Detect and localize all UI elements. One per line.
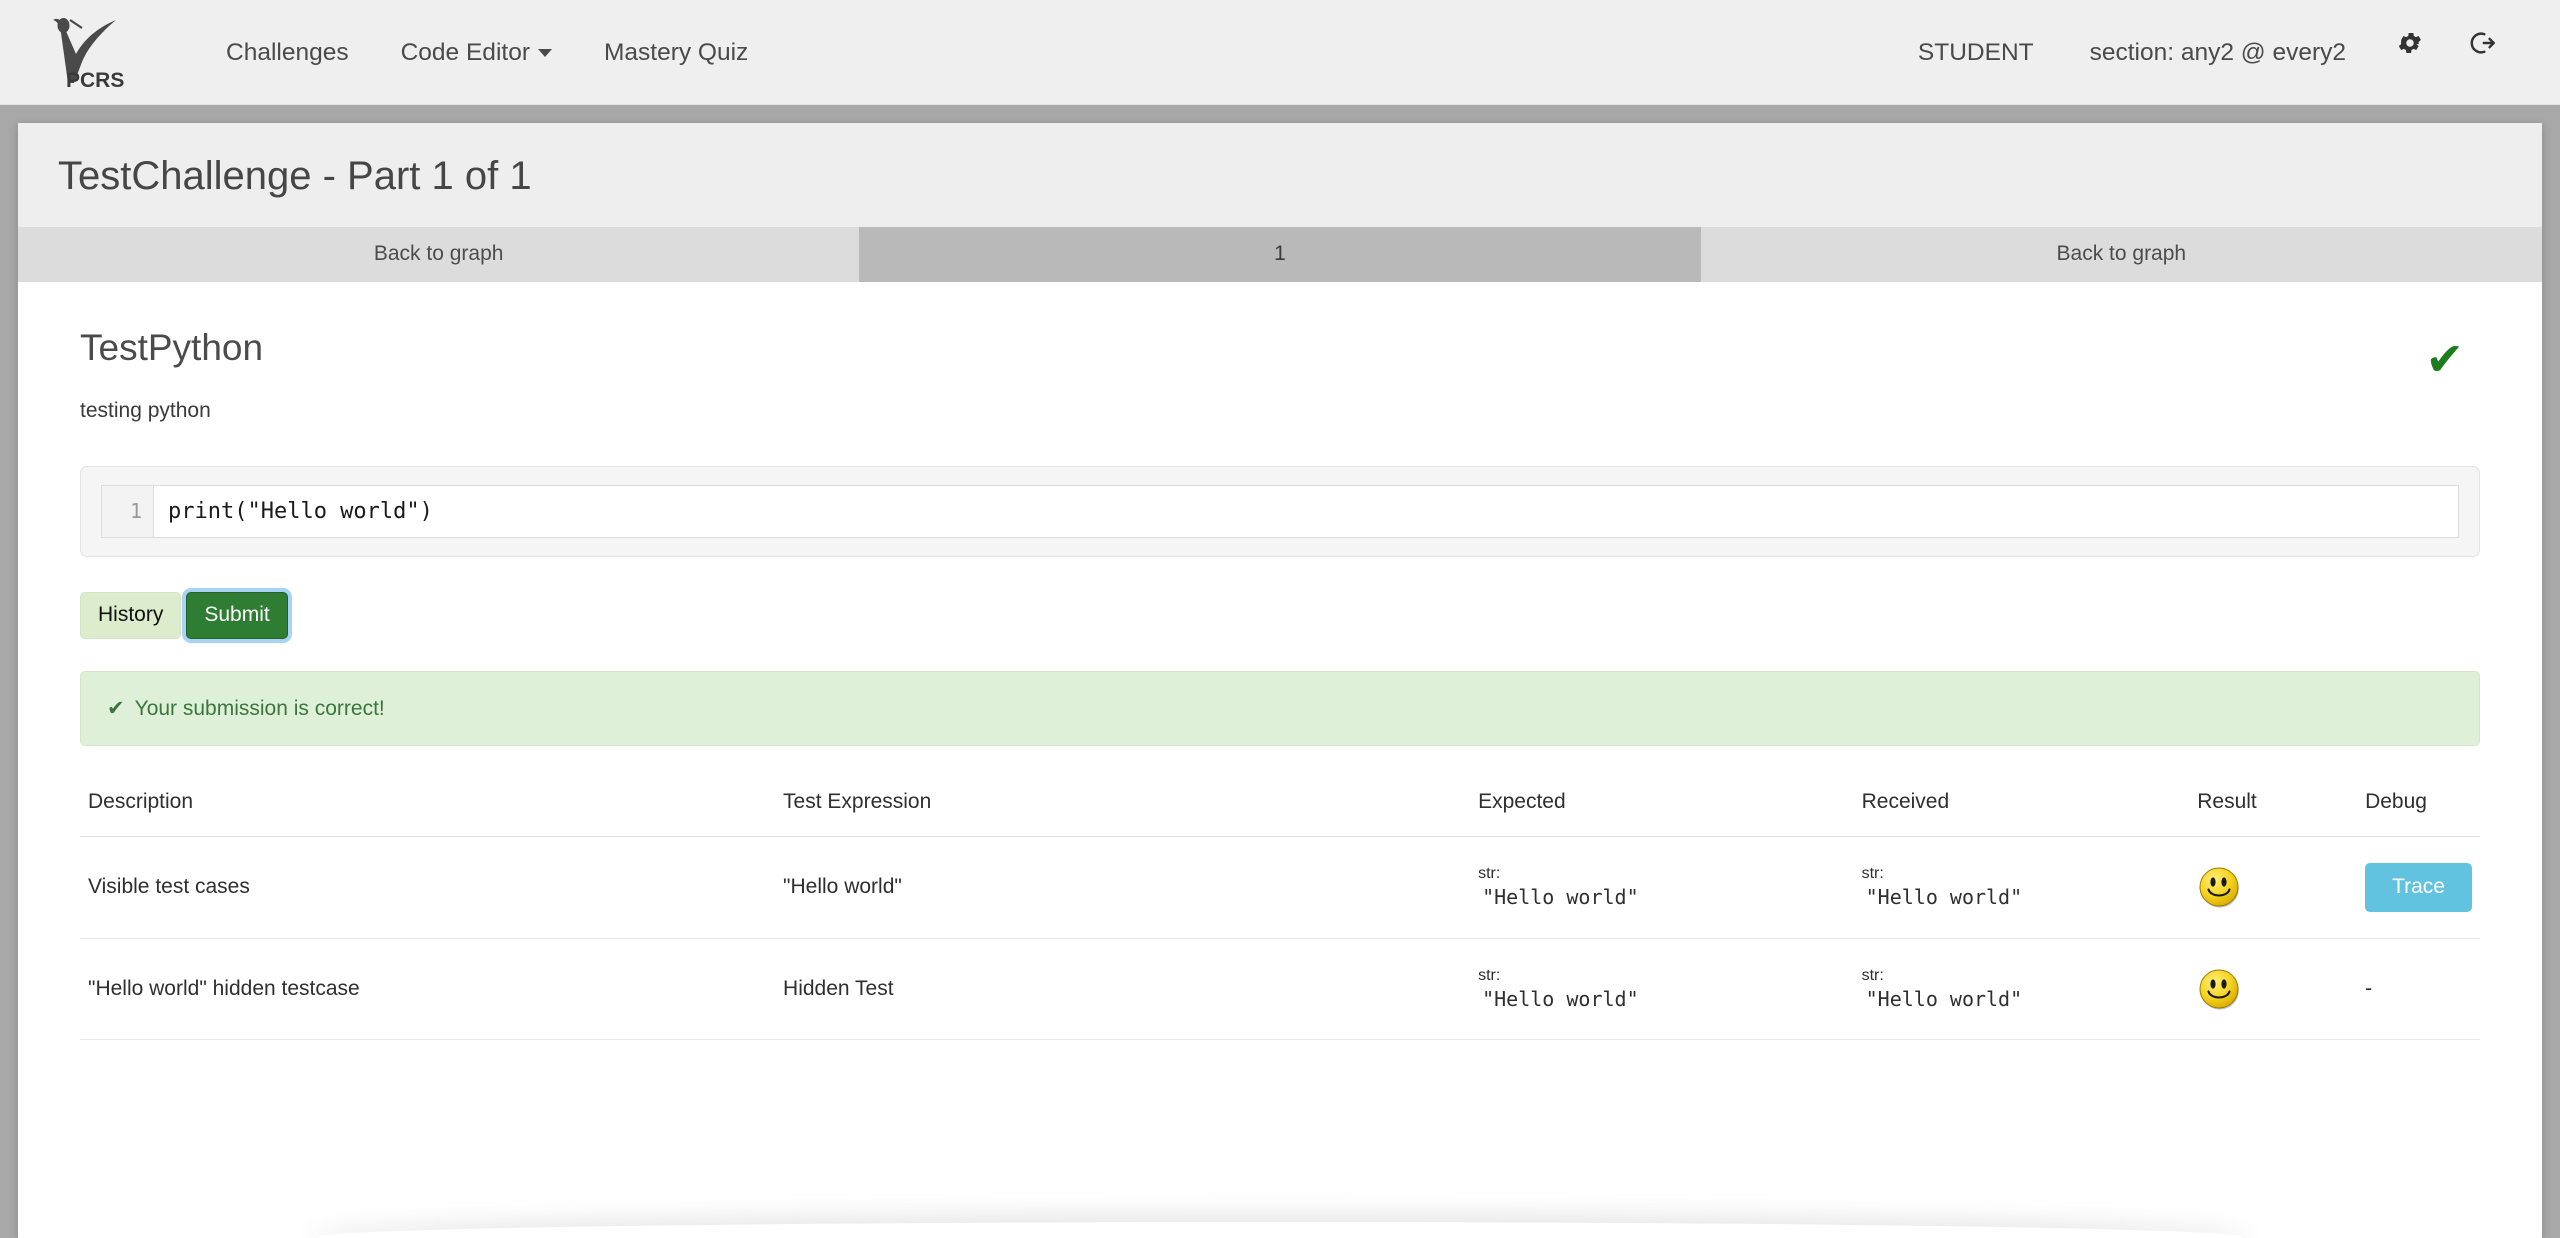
expected-type: str: [1478,864,1501,882]
user-role-label: STUDENT [1917,38,2034,66]
cell-description: "Hello world" hidden testcase [80,938,776,1041]
problem-title: TestPython [80,327,264,368]
cell-debug: Trace [2357,836,2480,939]
problem-title-block: TestPython testing python [80,327,264,423]
received-value: "Hello world" [1865,987,2023,1012]
chevron-down-icon [537,48,552,57]
results-table: Description Test Expression Expected Rec… [80,779,2480,1041]
column-header-debug: Debug [2357,779,2480,837]
column-header-description: Description [80,779,776,837]
line-number-gutter: 1 [102,485,154,537]
cell-result [2189,938,2358,1041]
column-header-expected: Expected [1470,779,1854,837]
received-type: str: [1861,966,1884,984]
cell-result [2189,836,2358,939]
code-editor[interactable]: 1 print("Hello world") [101,484,2459,538]
column-header-received: Received [1853,779,2190,837]
nav-link-code-editor-label: Code Editor [400,38,530,66]
results-table-head: Description Test Expression Expected Rec… [80,779,2480,837]
tab-back-to-graph-right[interactable]: Back to graph [1700,227,2542,282]
section-label: section: any2 @ every2 [2089,38,2346,66]
nav-right-group: STUDENT section: any2 @ every2 [1890,0,2518,105]
top-navbar: PCRS Challenges Code Editor Mastery Quiz… [0,0,2560,105]
nav-link-mastery-quiz[interactable]: Mastery Quiz [578,0,774,105]
page-title: TestChallenge - Part 1 of 1 [58,154,532,198]
success-alert: ✔ Your submission is correct! [80,670,2480,746]
cell-debug: - [2357,938,2480,1041]
tab-back-to-graph-left[interactable]: Back to graph [18,227,860,282]
svg-text:PCRS: PCRS [66,69,124,91]
problem-description: testing python [80,398,211,422]
primary-nav: Challenges Code Editor Mastery Quiz [200,0,774,105]
nav-link-challenges[interactable]: Challenges [200,0,375,105]
history-button[interactable]: History [80,591,182,639]
action-button-row: History Submit [80,591,2480,639]
trace-button[interactable]: Trace [2365,862,2472,912]
cell-description: Visible test cases [80,836,776,939]
column-header-test-expression: Test Expression [775,779,1471,837]
expected-type: str: [1478,966,1501,984]
gear-icon [2396,0,2424,105]
check-icon: ✔ [2425,333,2464,385]
check-icon: ✔ [107,696,125,720]
logout-button[interactable] [2446,0,2518,105]
code-input-line[interactable]: print("Hello world") [154,486,2458,537]
column-header-result: Result [2189,779,2358,837]
cell-received: str: "Hello world" [1853,836,2190,939]
received-type: str: [1861,864,1884,882]
expected-value: "Hello world" [1482,987,1639,1012]
code-editor-panel: 1 print("Hello world") [80,465,2480,557]
tab-strip: Back to graph 1 Back to graph [18,227,2542,282]
main-panel: TestChallenge - Part 1 of 1 Back to grap… [18,123,2542,1238]
nav-link-code-editor[interactable]: Code Editor [375,0,578,105]
smiley-face-icon [2197,865,2349,909]
smiley-face-icon [2197,967,2349,1011]
cell-expected: str: "Hello world" [1470,836,1854,939]
page-outer: TestChallenge - Part 1 of 1 Back to grap… [0,105,2560,1238]
cell-test-expression: "Hello world" [775,836,1471,939]
content-area: TestPython testing python ✔ 1 print("Hel… [18,282,2542,1041]
table-row: Visible test cases "Hello world" str: "H… [80,836,2480,939]
settings-button[interactable] [2374,0,2446,105]
debug-placeholder: - [2365,976,2373,1000]
cell-expected: str: "Hello world" [1470,938,1854,1041]
cell-test-expression: Hidden Test [775,938,1471,1041]
logout-icon [2468,0,2496,105]
table-row: "Hello world" hidden testcase Hidden Tes… [80,938,2480,1041]
pcrs-logo-link[interactable]: PCRS [42,13,152,91]
tab-part-1[interactable]: 1 [859,227,1701,282]
pcrs-logo-icon: PCRS [42,13,138,91]
panel-bottom-shadow [318,1222,2242,1238]
success-alert-message: Your submission is correct! [134,696,385,720]
problem-header: TestPython testing python ✔ [80,327,2480,423]
expected-value: "Hello world" [1482,885,1639,910]
table-header-row: Description Test Expression Expected Rec… [80,779,2480,837]
received-value: "Hello world" [1865,885,2023,910]
submit-button[interactable]: Submit [186,591,288,639]
nav-link-challenges-label: Challenges [226,38,349,66]
panel-header: TestChallenge - Part 1 of 1 [18,123,2542,227]
results-table-body: Visible test cases "Hello world" str: "H… [80,836,2480,1041]
cell-received: str: "Hello world" [1853,938,2190,1041]
nav-link-mastery-quiz-label: Mastery Quiz [603,38,749,66]
